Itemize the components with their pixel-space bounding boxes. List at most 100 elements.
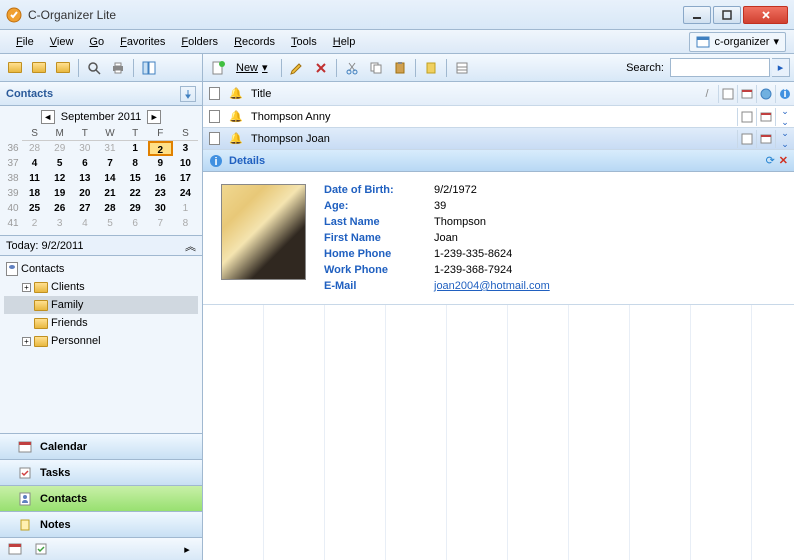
list-row[interactable]: 🔔 Thompson Joan ⌄⌄ — [203, 128, 794, 150]
cal-day[interactable]: 4 — [72, 216, 97, 231]
nav-contacts[interactable]: Contacts — [0, 486, 202, 512]
col-sort-icon[interactable]: / — [696, 88, 718, 100]
menu-go[interactable]: Go — [81, 33, 112, 51]
cal-day[interactable]: 7 — [97, 156, 122, 171]
close-button[interactable] — [743, 6, 788, 24]
cal-day[interactable]: 28 — [22, 141, 47, 156]
cal-day[interactable]: 13 — [72, 171, 97, 186]
details-close-icon[interactable]: ✕ — [779, 154, 788, 167]
tree-expander[interactable]: + — [22, 337, 31, 346]
row-action-expand[interactable]: ⌄⌄ — [775, 130, 794, 148]
tree-item[interactable]: +Clients — [4, 278, 198, 296]
cal-day[interactable]: 8 — [123, 156, 148, 171]
cal-day[interactable]: 25 — [22, 201, 47, 216]
delete-button[interactable] — [310, 57, 332, 79]
cal-day[interactable]: 19 — [47, 186, 72, 201]
folder-delete-button[interactable] — [52, 57, 74, 79]
edit-button[interactable] — [286, 57, 308, 79]
nav-tasks[interactable]: Tasks — [0, 460, 202, 486]
nav-mini-1[interactable] — [4, 538, 26, 560]
cal-day[interactable]: 28 — [97, 201, 122, 216]
nav-calendar[interactable]: Calendar — [0, 434, 202, 460]
cal-day[interactable]: 5 — [97, 216, 122, 231]
menu-tools[interactable]: Tools — [283, 33, 325, 51]
search-button[interactable] — [83, 57, 105, 79]
col-bell-icon[interactable]: 🔔 — [225, 87, 247, 100]
hdr-action-1[interactable] — [718, 85, 737, 103]
search-input[interactable] — [670, 58, 770, 77]
cal-day[interactable]: 12 — [47, 171, 72, 186]
email-link[interactable]: joan2004@hotmail.com — [434, 280, 550, 292]
cal-day[interactable]: 23 — [148, 186, 173, 201]
cal-day[interactable]: 6 — [123, 216, 148, 231]
folder-new-button[interactable] — [4, 57, 26, 79]
cal-day[interactable]: 20 — [72, 186, 97, 201]
new-button[interactable]: New ▾ — [231, 57, 277, 79]
tree-root[interactable]: Contacts — [4, 260, 198, 278]
menu-records[interactable]: Records — [226, 33, 283, 51]
hdr-action-2[interactable] — [737, 85, 756, 103]
cut-button[interactable] — [341, 57, 363, 79]
hdr-action-4[interactable]: i — [775, 85, 794, 103]
nav-notes[interactable]: Notes — [0, 512, 202, 538]
collapse-icon[interactable]: ︽ — [185, 238, 196, 254]
cal-day[interactable]: 26 — [47, 201, 72, 216]
brand-dropdown[interactable]: c-organizer ▾ — [689, 32, 786, 52]
today-row[interactable]: Today: 9/2/2011 ︽ — [0, 236, 202, 256]
cal-day[interactable]: 2 — [148, 141, 173, 156]
cal-day[interactable]: 4 — [22, 156, 47, 171]
details-refresh-icon[interactable]: ⟳ — [766, 154, 775, 167]
row-action-2[interactable] — [756, 130, 775, 148]
cal-day[interactable]: 1 — [173, 201, 198, 216]
menu-help[interactable]: Help — [325, 33, 364, 51]
nav-mini-2[interactable] — [30, 538, 52, 560]
menu-view[interactable]: View — [42, 33, 82, 51]
list-row[interactable]: 🔔 Thompson Anny ⌄⌄ — [203, 106, 794, 128]
hdr-action-3[interactable] — [756, 85, 775, 103]
nav-expand-button[interactable]: ▸ — [176, 538, 198, 560]
cal-next-button[interactable]: ► — [147, 110, 161, 124]
cal-day[interactable]: 1 — [123, 141, 148, 156]
row-action-1[interactable] — [737, 130, 756, 148]
paste-button[interactable] — [389, 57, 411, 79]
tree-item[interactable]: Family — [4, 296, 198, 314]
cal-day[interactable]: 9 — [148, 156, 173, 171]
cal-day[interactable]: 29 — [123, 201, 148, 216]
cal-day[interactable]: 2 — [22, 216, 47, 231]
copy-button[interactable] — [365, 57, 387, 79]
menu-file[interactable]: File — [8, 33, 42, 51]
cal-day[interactable]: 16 — [148, 171, 173, 186]
cal-day[interactable]: 8 — [173, 216, 198, 231]
maximize-button[interactable] — [713, 6, 741, 24]
cal-day[interactable]: 3 — [173, 141, 198, 156]
col-title[interactable]: Title — [247, 88, 696, 100]
tree-item[interactable]: +Personnel — [4, 332, 198, 350]
menu-favorites[interactable]: Favorites — [112, 33, 173, 51]
new-record-icon[interactable] — [207, 57, 229, 79]
layout-button[interactable] — [138, 57, 160, 79]
cal-day[interactable]: 7 — [148, 216, 173, 231]
folder-edit-button[interactable] — [28, 57, 50, 79]
cal-day[interactable]: 18 — [22, 186, 47, 201]
cal-day[interactable]: 17 — [173, 171, 198, 186]
cal-day[interactable]: 10 — [173, 156, 198, 171]
cal-day[interactable]: 31 — [97, 141, 122, 156]
cal-day[interactable]: 6 — [72, 156, 97, 171]
cal-title[interactable]: September 2011 — [61, 111, 142, 123]
tree-item[interactable]: Friends — [4, 314, 198, 332]
row-action-expand[interactable]: ⌄⌄ — [775, 108, 794, 126]
tree-expander[interactable]: + — [22, 283, 31, 292]
col-doc-icon[interactable] — [203, 87, 225, 100]
cal-day[interactable]: 11 — [22, 171, 47, 186]
row-action-1[interactable] — [737, 108, 756, 126]
search-go-button[interactable]: ▸ — [772, 58, 790, 77]
cal-day[interactable]: 27 — [72, 201, 97, 216]
pin-button[interactable] — [180, 86, 196, 102]
cal-day[interactable]: 30 — [148, 201, 173, 216]
cal-day[interactable]: 24 — [173, 186, 198, 201]
cal-day[interactable]: 30 — [72, 141, 97, 156]
cal-day[interactable]: 21 — [97, 186, 122, 201]
print-button[interactable] — [107, 57, 129, 79]
cal-day[interactable]: 22 — [123, 186, 148, 201]
menu-folders[interactable]: Folders — [173, 33, 226, 51]
